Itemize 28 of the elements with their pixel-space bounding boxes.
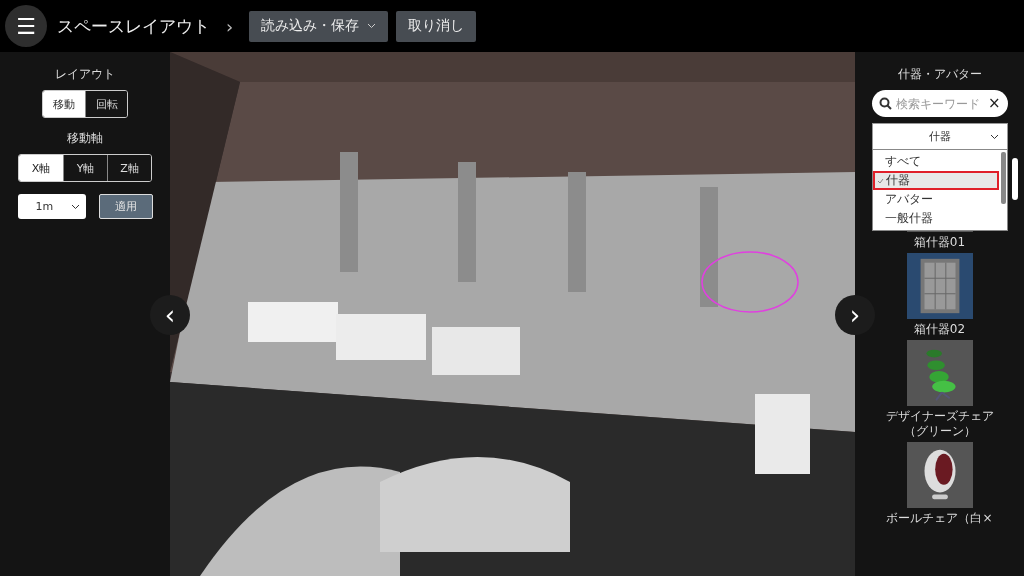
dropdown-button[interactable]: 読み込み・保存 bbox=[249, 10, 389, 42]
scrollbar-thumb[interactable] bbox=[1012, 158, 1018, 200]
chevron-down-icon bbox=[989, 133, 999, 140]
clear-button[interactable]: × bbox=[987, 94, 1001, 112]
breadcrumb-separator: › bbox=[226, 15, 234, 37]
scrollbar-thumb[interactable] bbox=[1000, 152, 1006, 204]
item-label: デザイナーズチェア bbox=[885, 409, 994, 424]
axis-tab[interactable]: Z軸 bbox=[107, 155, 151, 181]
search-icon bbox=[878, 97, 892, 110]
section-title: レイアウト bbox=[55, 66, 115, 83]
step-select[interactable]: 1m bbox=[17, 194, 86, 219]
dropdown-option[interactable]: 什器 bbox=[872, 171, 999, 190]
axis-tab[interactable]: X軸 bbox=[19, 155, 63, 181]
category-select[interactable]: 什器 bbox=[871, 123, 1008, 150]
section-title: 什器・アバター bbox=[897, 66, 982, 83]
mode-tab[interactable]: 回転 bbox=[85, 91, 127, 117]
section-title: 移動軸 bbox=[67, 130, 103, 147]
item-label: （グリーン） bbox=[903, 424, 976, 439]
check-icon bbox=[876, 177, 884, 184]
menu-button[interactable]: ☰ bbox=[5, 5, 47, 47]
item-label: ボールチェア（白× bbox=[886, 511, 993, 526]
apply-button[interactable]: 適用 bbox=[98, 194, 153, 219]
toolbar-button[interactable]: 取り消し bbox=[396, 10, 477, 42]
mode-tab[interactable]: 移動 bbox=[43, 91, 85, 117]
item-label: 箱什器01 bbox=[913, 235, 966, 250]
chevron-down-icon bbox=[70, 203, 80, 210]
page-title: スペースレイアウト bbox=[57, 14, 210, 38]
item-label: 箱什器02 bbox=[913, 322, 966, 337]
